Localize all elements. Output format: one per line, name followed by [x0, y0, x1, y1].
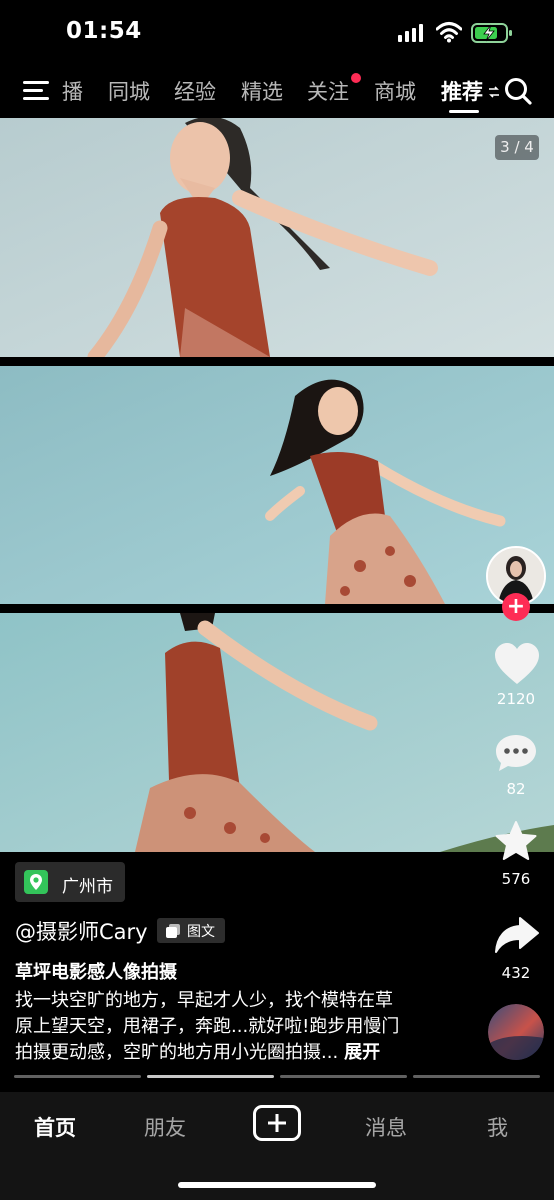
post-description-line-1: 找一块空旷的地方，早起才人少，找个模特在草 — [15, 990, 393, 1011]
pager-segment — [147, 1075, 274, 1078]
post-description-text: 拍摄更动感，空旷的地方用小光圈拍摄... — [15, 1042, 339, 1063]
tab-friends[interactable]: 朋友 — [144, 1112, 186, 1142]
top-nav: 播 同城 经验 精选 关注 商城 推荐 — [0, 70, 554, 114]
switch-arrows-icon[interactable] — [488, 85, 500, 99]
pager-segment — [14, 1075, 141, 1078]
expand-button[interactable]: 展开 — [344, 1042, 380, 1063]
location-label: 广州市 — [62, 877, 113, 897]
cellular-signal-icon — [398, 24, 423, 42]
search-icon[interactable] — [503, 76, 533, 106]
tab-me[interactable]: 我 — [487, 1112, 508, 1142]
tab-recommend[interactable]: 推荐 — [441, 76, 483, 106]
comment-icon[interactable] — [494, 733, 538, 773]
like-count: 2120 — [496, 690, 536, 708]
post-photo-3[interactable] — [0, 613, 554, 852]
like-icon[interactable] — [494, 642, 540, 686]
image-text-icon — [166, 924, 180, 938]
tab-featured[interactable]: 精选 — [241, 76, 283, 106]
tab-messages[interactable]: 消息 — [365, 1112, 407, 1142]
comment-count: 82 — [506, 780, 526, 798]
tab-live[interactable]: 播 — [62, 76, 83, 106]
status-time: 01:54 — [66, 18, 142, 44]
notification-dot — [351, 73, 361, 83]
pager-segment — [280, 1075, 407, 1078]
wifi-icon — [436, 22, 462, 43]
battery-charging-icon — [471, 23, 512, 43]
tab-following[interactable]: 关注 — [307, 76, 349, 106]
share-count: 432 — [501, 964, 531, 982]
music-disc[interactable] — [488, 1004, 544, 1060]
post-description-line-3: 拍摄更动感，空旷的地方用小光圈拍摄... 展开 — [15, 1038, 380, 1064]
tab-nearby[interactable]: 同城 — [108, 76, 150, 106]
tab-home[interactable]: 首页 — [34, 1112, 76, 1142]
location-pin-icon — [24, 870, 48, 894]
create-post-button[interactable] — [253, 1105, 301, 1141]
post-type-tag: 图文 — [157, 918, 225, 943]
photo-counter: 3 / 4 — [495, 135, 539, 160]
post-photo-2[interactable] — [0, 366, 554, 604]
post-type-label: 图文 — [187, 924, 215, 940]
tab-experience[interactable]: 经验 — [174, 76, 216, 106]
author-name[interactable]: @摄影师Cary — [15, 916, 148, 946]
favorite-star-icon[interactable] — [494, 820, 538, 862]
menu-icon[interactable] — [22, 78, 50, 102]
home-indicator — [178, 1182, 376, 1188]
post-description-line-2: 原上望天空，甩裙子，奔跑...就好啦!跑步用慢门 — [15, 1016, 400, 1037]
bottom-tab-bar: 首页 朋友 消息 我 — [0, 1092, 554, 1200]
share-icon[interactable] — [494, 916, 540, 954]
post-photo-1[interactable] — [0, 118, 554, 357]
favorite-count: 576 — [501, 870, 531, 888]
follow-button[interactable]: + — [502, 593, 530, 621]
photo-pager — [14, 1075, 540, 1078]
post-title: 草坪电影感人像拍摄 — [15, 962, 177, 983]
location-chip[interactable]: 广州市 — [15, 862, 125, 902]
tab-mall[interactable]: 商城 — [374, 76, 416, 106]
active-tab-indicator — [449, 110, 479, 113]
pager-segment — [413, 1075, 540, 1078]
status-bar: 01:54 — [0, 0, 554, 62]
